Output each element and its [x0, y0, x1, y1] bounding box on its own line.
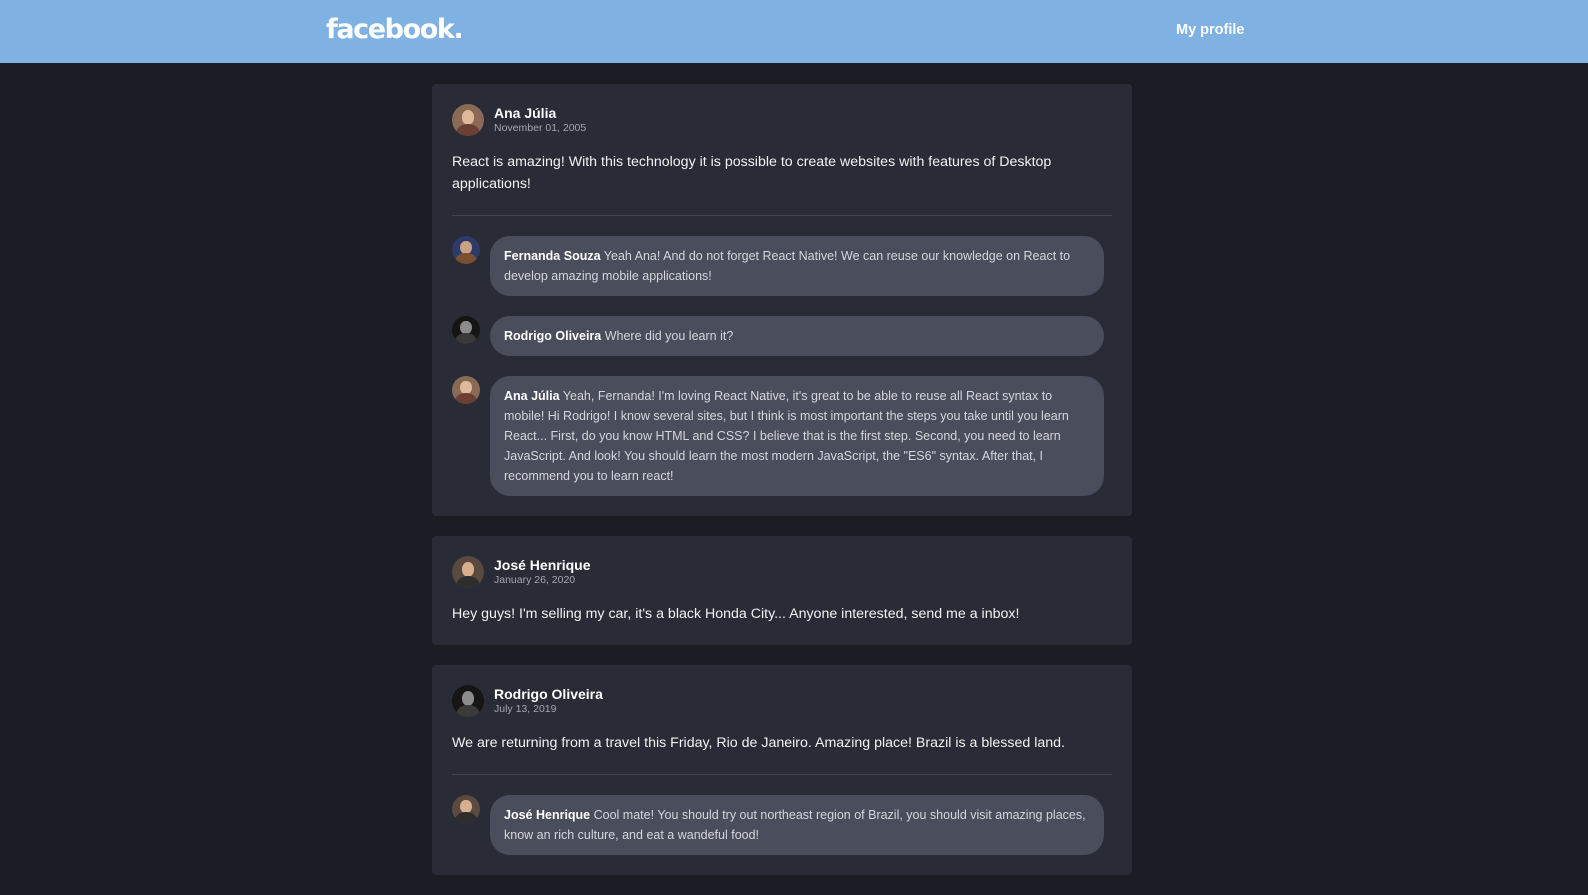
- avatar[interactable]: [452, 104, 484, 136]
- post-author-name[interactable]: Ana Júlia: [494, 105, 586, 122]
- comment-bubble: Ana Júlia Yeah, Fernanda! I'm loving Rea…: [490, 376, 1104, 496]
- comment-text: Yeah, Fernanda! I'm loving React Native,…: [504, 389, 1069, 483]
- post-content: React is amazing! With this technology i…: [452, 154, 1052, 192]
- top-navbar: facebook. My profile: [0, 0, 1588, 63]
- avatar[interactable]: [452, 795, 480, 823]
- comment-item: Rodrigo Oliveira Where did you learn it?: [452, 316, 1112, 356]
- post-date: November 01, 2005: [494, 122, 587, 134]
- comment-item: Fernanda Souza Yeah Ana! And do not forg…: [452, 236, 1112, 296]
- comment-bubble: Fernanda Souza Yeah Ana! And do not forg…: [490, 236, 1104, 296]
- post-date: July 13, 2019: [494, 703, 557, 715]
- facebook-logo[interactable]: facebook.: [326, 14, 464, 45]
- my-profile-link[interactable]: My profile: [1176, 22, 1244, 38]
- post-card: Rodrigo Oliveira July 13, 2019 We are re…: [432, 665, 1132, 875]
- avatar[interactable]: [452, 376, 480, 404]
- post-content: Hey guys! I'm selling my car, it's a bla…: [452, 606, 1020, 622]
- post-divider: [452, 774, 1112, 775]
- avatar[interactable]: [452, 685, 484, 717]
- comment-text: Cool mate! You should try out northeast …: [504, 808, 1086, 842]
- comment-list: José Henrique Cool mate! You should try …: [452, 795, 1112, 855]
- comment-list: Fernanda Souza Yeah Ana! And do not forg…: [452, 236, 1112, 496]
- post-card: Ana Júlia November 01, 2005 React is ama…: [432, 84, 1132, 516]
- post-divider: [452, 215, 1112, 216]
- post-author-name[interactable]: José Henrique: [494, 557, 590, 574]
- comment-author[interactable]: Rodrigo Oliveira: [504, 329, 601, 343]
- post-author-meta: Rodrigo Oliveira July 13, 2019: [494, 686, 603, 716]
- comment-item: Ana Júlia Yeah, Fernanda! I'm loving Rea…: [452, 376, 1112, 496]
- post-author-name[interactable]: Rodrigo Oliveira: [494, 686, 603, 703]
- comment-item: José Henrique Cool mate! You should try …: [452, 795, 1112, 855]
- post-author-meta: Ana Júlia November 01, 2005: [494, 105, 586, 135]
- post-header: Rodrigo Oliveira July 13, 2019: [452, 685, 1112, 717]
- post-card: José Henrique January 26, 2020 Hey guys!…: [432, 536, 1132, 645]
- comment-bubble: José Henrique Cool mate! You should try …: [490, 795, 1104, 855]
- post-feed: Ana Júlia November 01, 2005 React is ama…: [432, 84, 1132, 895]
- comment-text: Where did you learn it?: [604, 329, 734, 343]
- comment-author[interactable]: Fernanda Souza: [504, 249, 601, 263]
- comment-author[interactable]: José Henrique: [504, 808, 590, 822]
- comment-author[interactable]: Ana Júlia: [504, 389, 560, 403]
- avatar[interactable]: [452, 236, 480, 264]
- post-date: January 26, 2020: [494, 574, 576, 586]
- post-author-meta: José Henrique January 26, 2020: [494, 557, 590, 587]
- post-header: Ana Júlia November 01, 2005: [452, 104, 1112, 136]
- avatar[interactable]: [452, 316, 480, 344]
- comment-bubble: Rodrigo Oliveira Where did you learn it?: [490, 316, 1104, 356]
- post-header: José Henrique January 26, 2020: [452, 556, 1112, 588]
- avatar[interactable]: [452, 556, 484, 588]
- post-content: We are returning from a travel this Frid…: [452, 735, 1065, 751]
